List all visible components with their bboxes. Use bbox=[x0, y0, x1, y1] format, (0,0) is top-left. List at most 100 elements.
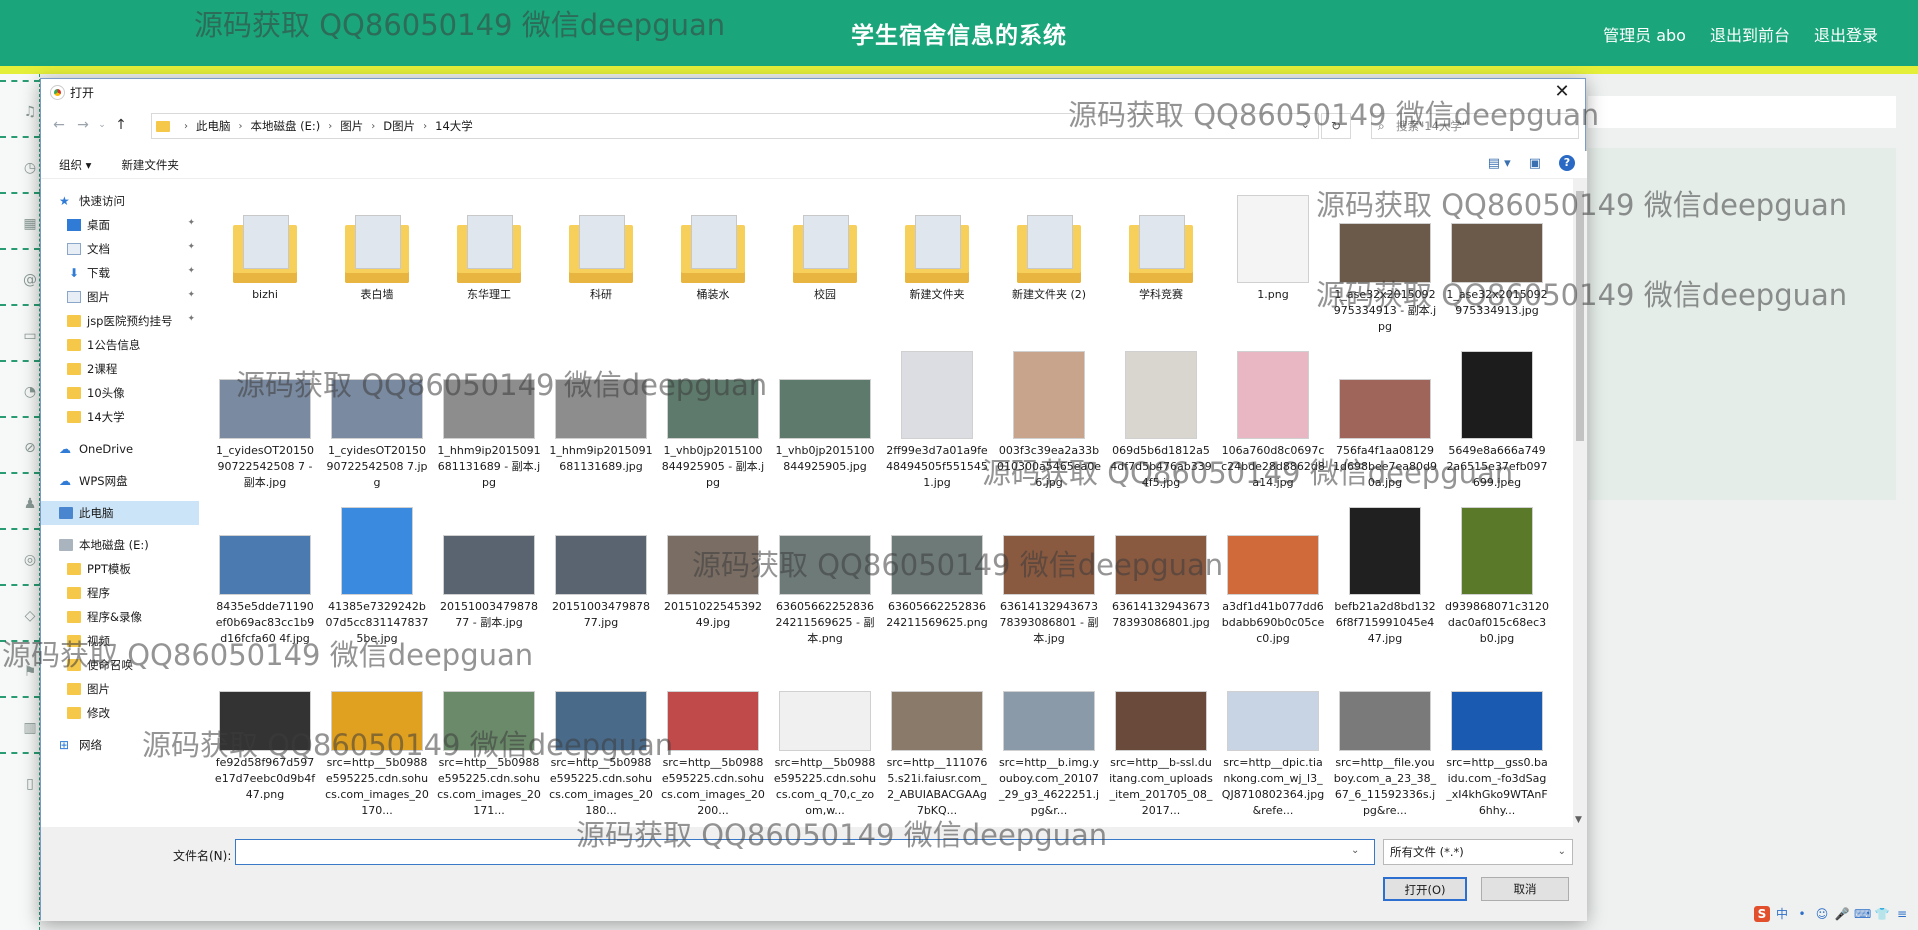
file-item[interactable]: 5649e8a666a7492a6515e37efb097699.jpeg bbox=[1441, 341, 1553, 497]
breadcrumb-d-pictures[interactable]: D图片 bbox=[383, 118, 415, 134]
nav-pictures[interactable]: 图片 ✦ bbox=[41, 285, 199, 309]
grid-icon[interactable]: ▦ bbox=[22, 216, 38, 232]
file-item[interactable]: 2015100347987877 - 副本.jpg bbox=[433, 497, 545, 653]
folder-item[interactable]: 新建文件夹 bbox=[881, 185, 993, 341]
folder-item[interactable]: bizhi bbox=[209, 185, 321, 341]
file-item[interactable]: 106a760d8c0697cc24bde28d8862d8a14.jpg bbox=[1217, 341, 1329, 497]
view-options-icon[interactable]: ▤ ▾ bbox=[1488, 156, 1511, 171]
nav-desktop[interactable]: 桌面 ✦ bbox=[41, 213, 199, 237]
mic-icon[interactable]: ▯ bbox=[22, 776, 38, 792]
nav-this-pc[interactable]: 此电脑 bbox=[41, 501, 199, 525]
file-item[interactable]: src=http__5b0988e595225.cdn.sohucs.com_q… bbox=[769, 653, 881, 817]
nav-folder-summon[interactable]: 使命召唤 bbox=[41, 653, 199, 677]
nav-folder-course[interactable]: 2课程 bbox=[41, 357, 199, 381]
chevron-down-icon[interactable]: ⌄ bbox=[1351, 845, 1359, 856]
file-item[interactable]: 1_hhm9ip2015091681131689 - 副本.jpg bbox=[433, 341, 545, 497]
time-icon[interactable]: ◔ bbox=[22, 384, 38, 400]
preview-pane-icon[interactable]: ▣ bbox=[1529, 156, 1541, 171]
at-icon[interactable]: @ bbox=[22, 272, 38, 288]
nav-folder-pictures[interactable]: 图片 bbox=[41, 677, 199, 701]
file-item[interactable]: src=http__5b0988e595225.cdn.sohucs.com_i… bbox=[657, 653, 769, 817]
nav-folder-video[interactable]: 视频 bbox=[41, 629, 199, 653]
nav-folder-program[interactable]: 程序 bbox=[41, 581, 199, 605]
file-item[interactable]: src=http__file.youboy.com_a_23_38_67_6_1… bbox=[1329, 653, 1441, 817]
new-folder-button[interactable]: 新建文件夹 bbox=[121, 157, 179, 173]
nav-documents[interactable]: 文档 ✦ bbox=[41, 237, 199, 261]
scrollbar-thumb[interactable] bbox=[1576, 191, 1584, 441]
file-item[interactable]: 1_hhm9ip2015091681131689.jpg bbox=[545, 341, 657, 497]
flag-icon[interactable]: ⚑ bbox=[22, 664, 38, 680]
file-item[interactable]: src=http__5b0988e595225.cdn.sohucs.com_i… bbox=[321, 653, 433, 817]
chevron-down-icon[interactable]: ⌄ bbox=[1301, 118, 1310, 131]
file-item[interactable]: 2015100347987877.jpg bbox=[545, 497, 657, 653]
nav-folder-jsp[interactable]: jsp医院预约挂号 ✦ bbox=[41, 309, 199, 333]
nav-quick-access[interactable]: ★ 快速访问 bbox=[41, 189, 199, 213]
menu-icon[interactable]: ≡ bbox=[1894, 906, 1910, 922]
address-bar[interactable]: › 此电脑 › 本地磁盘 (E:) › 图片 › D图片 › 14大学 ⌄ bbox=[151, 113, 1319, 139]
admin-user-link[interactable]: 管理员 abo bbox=[1603, 22, 1686, 46]
keyboard-icon[interactable]: ⌨ bbox=[1854, 906, 1871, 922]
sogou-input-icon[interactable]: S bbox=[1754, 906, 1770, 922]
folder-item[interactable]: 学科竞赛 bbox=[1105, 185, 1217, 341]
emoji-icon[interactable]: ☺ bbox=[1814, 906, 1830, 922]
close-button[interactable]: ✕ bbox=[1547, 81, 1577, 103]
open-button[interactable]: 打开(O) bbox=[1383, 877, 1467, 901]
up-icon[interactable]: ↑ bbox=[109, 117, 133, 133]
chinese-ime-icon[interactable]: 中 bbox=[1774, 906, 1790, 922]
file-item[interactable]: fe92d58f967d597e17d7eebc0d9b4f47.png bbox=[209, 653, 321, 809]
exit-to-front-link[interactable]: 退出到前台 bbox=[1710, 22, 1790, 46]
file-item[interactable]: 6360566225283624211569625 - 副本.png bbox=[769, 497, 881, 653]
compass-icon[interactable]: ⊘ bbox=[22, 440, 38, 456]
microphone-icon[interactable]: 🎤 bbox=[1834, 906, 1850, 922]
file-item[interactable]: 41385e7329242b07d5cc8311478375be.jpg bbox=[321, 497, 433, 653]
file-item[interactable]: befb21a2d8bd1326f8f715991045e447.jpg bbox=[1329, 497, 1441, 653]
nav-downloads[interactable]: ⬇ 下载 ✦ bbox=[41, 261, 199, 285]
help-icon[interactable]: ? bbox=[1559, 155, 1575, 171]
nav-folder-edit[interactable]: 修改 bbox=[41, 701, 199, 725]
vertical-scrollbar[interactable]: ▼ bbox=[1573, 179, 1587, 827]
nav-folder-program-rec[interactable]: 程序&录像 bbox=[41, 605, 199, 629]
organize-button[interactable]: 组织 ▾ bbox=[59, 157, 91, 173]
filename-input[interactable] bbox=[235, 839, 1375, 865]
chat-icon[interactable]: ▭ bbox=[22, 328, 38, 344]
file-item[interactable]: d939868071c3120dac0af015c68ec3b0.jpg bbox=[1441, 497, 1553, 653]
file-item[interactable]: src=http__5b0988e595225.cdn.sohucs.com_i… bbox=[433, 653, 545, 817]
nav-local-disk[interactable]: 本地磁盘 (E:) bbox=[41, 533, 199, 557]
tag-icon[interactable]: ◇ bbox=[22, 608, 38, 624]
nav-folder-ppt[interactable]: PPT模板 bbox=[41, 557, 199, 581]
chevron-down-icon[interactable]: ⌄ bbox=[95, 120, 109, 130]
file-item[interactable]: 1.png bbox=[1217, 185, 1329, 341]
file-item[interactable]: src=http__b.img.youboy.com_20107_29_g3_4… bbox=[993, 653, 1105, 817]
breadcrumb-this-pc[interactable]: 此电脑 bbox=[196, 118, 231, 134]
folder-item[interactable]: 新建文件夹 (2) bbox=[993, 185, 1105, 341]
file-item[interactable]: 6361413294367378393086801 - 副本.jpg bbox=[993, 497, 1105, 653]
skin-icon[interactable]: 👕 bbox=[1874, 906, 1890, 922]
folder-item[interactable]: 表白墙 bbox=[321, 185, 433, 341]
cancel-button[interactable]: 取消 bbox=[1481, 877, 1569, 901]
nav-folder-univ[interactable]: 14大学 bbox=[41, 405, 199, 429]
file-item[interactable]: 6361413294367378393086801.jpg bbox=[1105, 497, 1217, 653]
file-item[interactable]: 1_cyidesOT2015090722542508 7 - 副本.jpg bbox=[209, 341, 321, 497]
nav-network[interactable]: ⊞ 网络 bbox=[41, 733, 199, 757]
file-item[interactable]: a3df1d41b077dd6bdabb690b0c05cec0.jpg bbox=[1217, 497, 1329, 653]
breadcrumb-pictures[interactable]: 图片 bbox=[340, 118, 363, 134]
refresh-button[interactable]: ↻ bbox=[1321, 113, 1351, 139]
folder-item[interactable]: 校园 bbox=[769, 185, 881, 341]
nav-folder-notice[interactable]: 1公告信息 bbox=[41, 333, 199, 357]
clock-icon[interactable]: ◷ bbox=[22, 160, 38, 176]
file-item[interactable]: 003f3c39ea2a33b010300a5465ea0e6.jpg bbox=[993, 341, 1105, 497]
scroll-down-icon[interactable]: ▼ bbox=[1575, 815, 1582, 825]
chart-icon[interactable]: ▥ bbox=[22, 720, 38, 736]
file-item[interactable]: 069d5b6d1812a54df7d5b476ab3394f5.jpg bbox=[1105, 341, 1217, 497]
file-item[interactable]: src=http__5b0988e595225.cdn.sohucs.com_i… bbox=[545, 653, 657, 817]
back-icon[interactable]: ← bbox=[47, 117, 71, 133]
file-item[interactable]: src=http__1110765.s21i.faiusr.com_2_ABUI… bbox=[881, 653, 993, 817]
file-item[interactable]: 1_ase32x2015092975334913.jpg bbox=[1441, 185, 1553, 341]
nav-wps[interactable]: ☁ WPS网盘 bbox=[41, 469, 199, 493]
folder-item[interactable]: 桶装水 bbox=[657, 185, 769, 341]
file-item[interactable]: 1_vhb0jp2015100844925905.jpg bbox=[769, 341, 881, 497]
file-item[interactable]: 1_ase32x2015092975334913 - 副本.jpg bbox=[1329, 185, 1441, 341]
file-item[interactable]: 6360566225283624211569625.png bbox=[881, 497, 993, 653]
file-item[interactable]: 1_cyidesOT2015090722542508 7.jpg bbox=[321, 341, 433, 497]
folder-item[interactable]: 东华理工 bbox=[433, 185, 545, 341]
